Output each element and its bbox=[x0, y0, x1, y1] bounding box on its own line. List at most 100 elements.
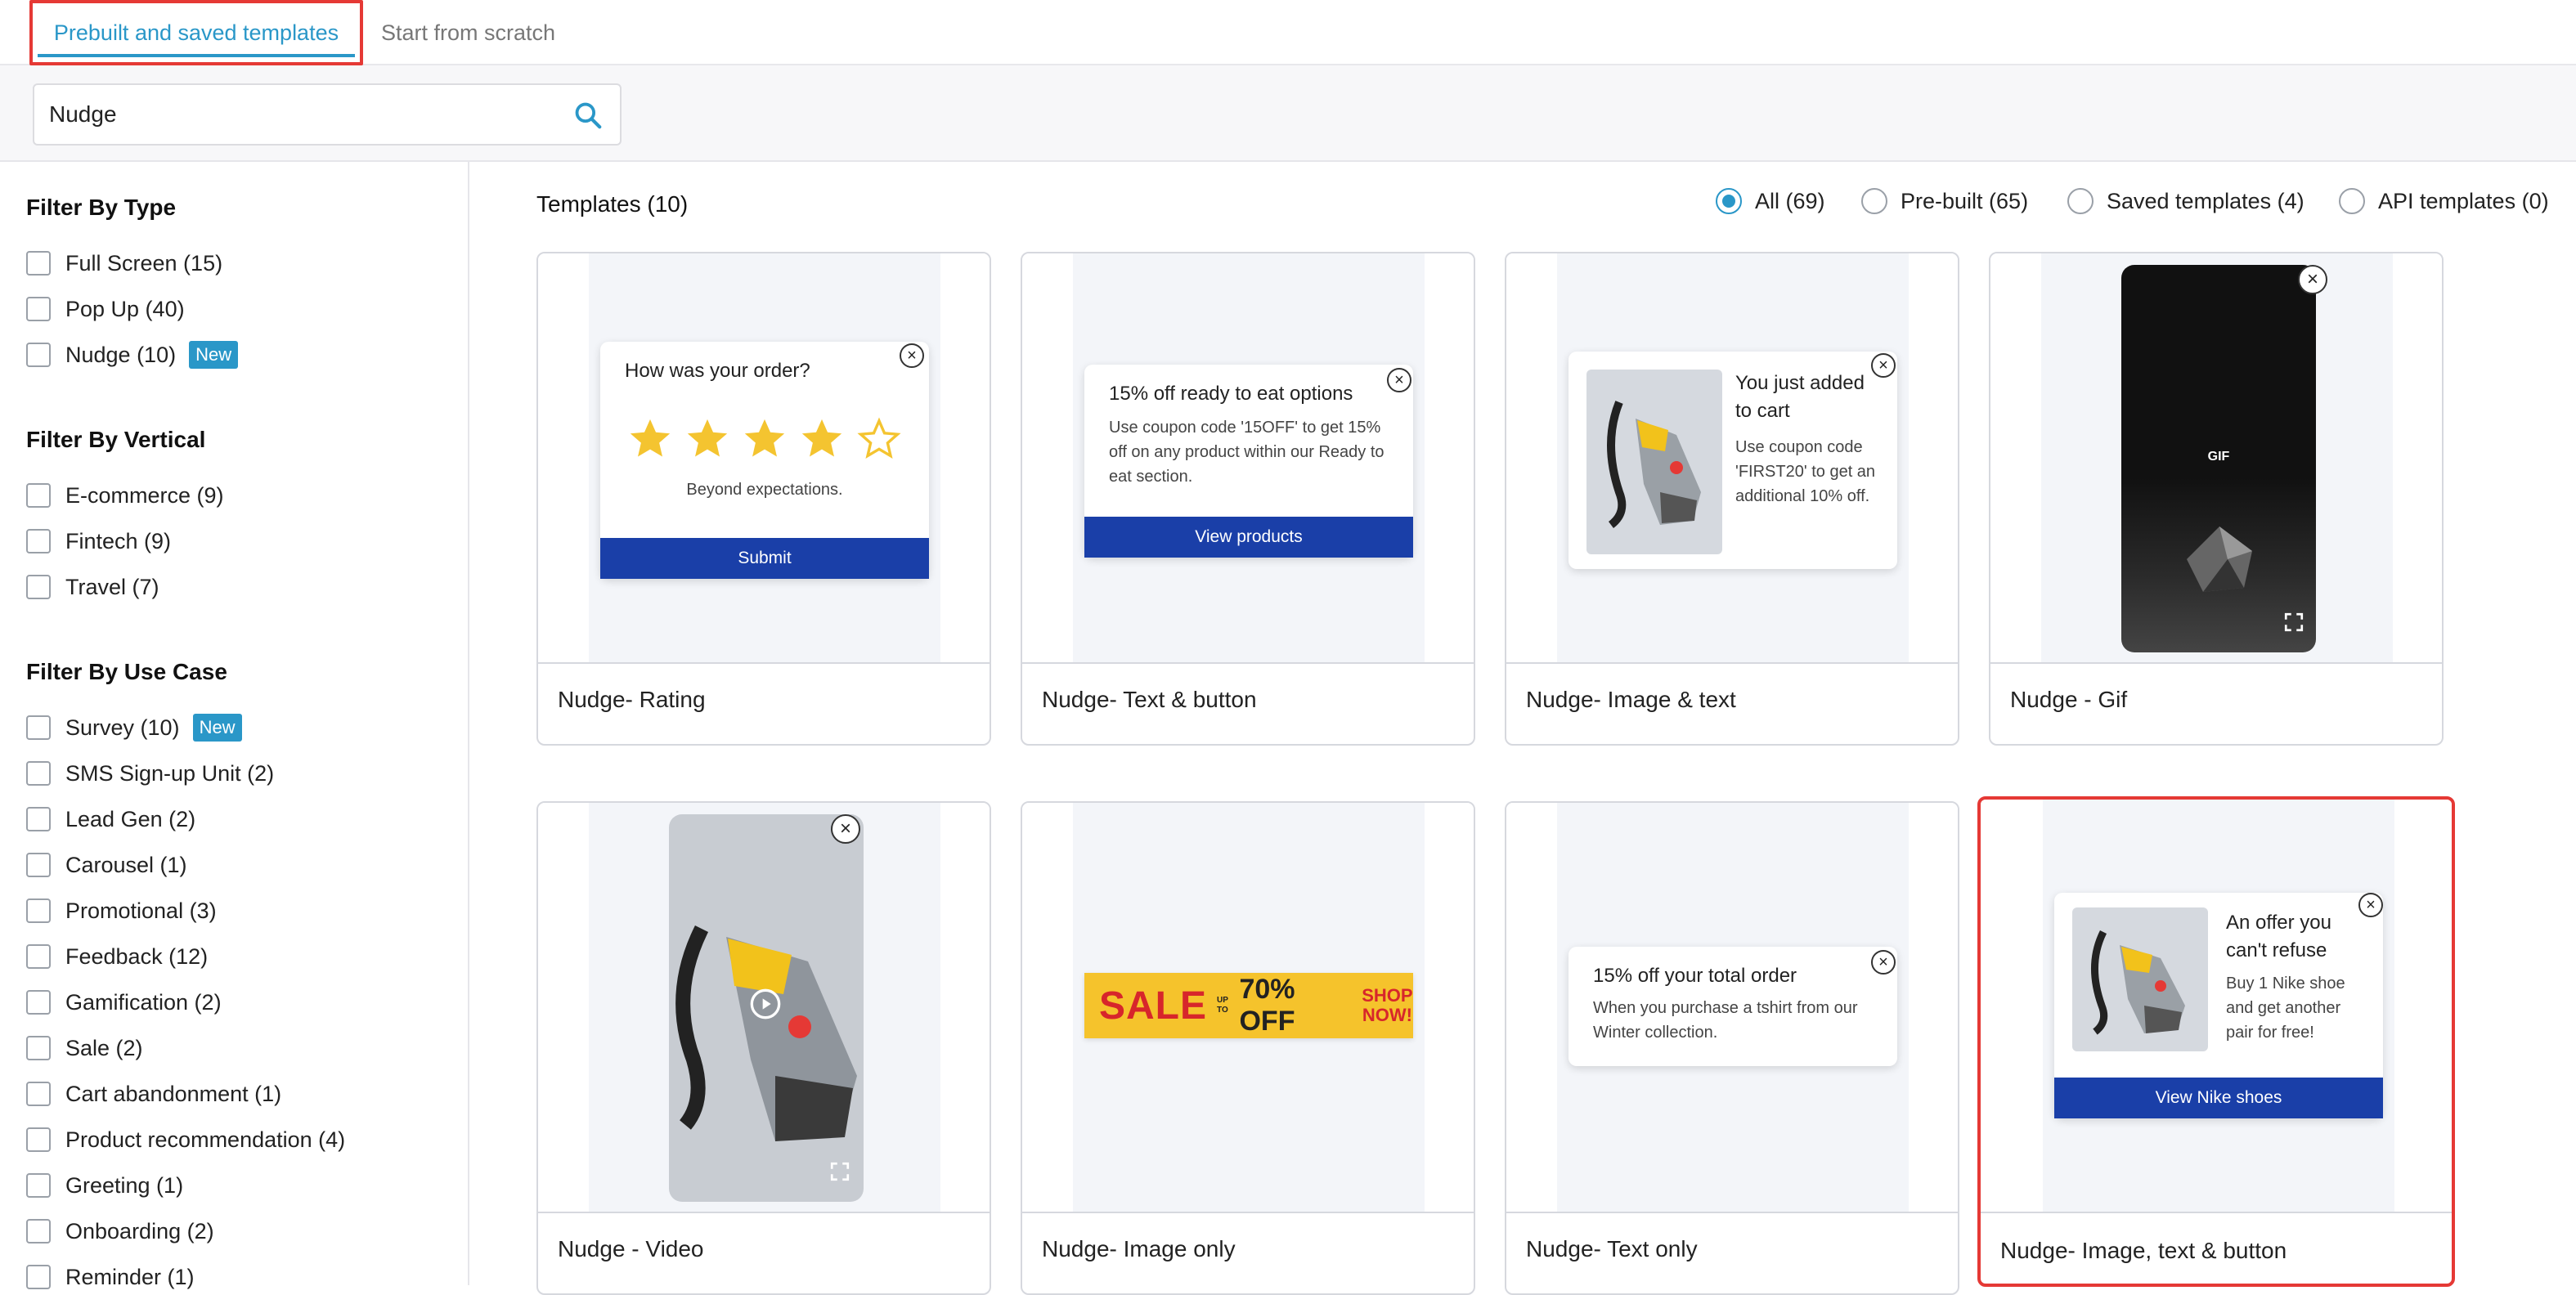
checkbox[interactable] bbox=[26, 1127, 51, 1152]
filter-item-product-recommendation[interactable]: Product recommendation (4) bbox=[26, 1125, 345, 1154]
close-icon: × bbox=[831, 814, 860, 844]
template-card-image-text-button[interactable]: An offer you can't refuse × Buy 1 Nike s… bbox=[1977, 796, 2455, 1287]
shoe-image bbox=[2072, 907, 2208, 1051]
tab-prebuilt-templates[interactable]: Prebuilt and saved templates bbox=[29, 0, 363, 65]
rating-caption: Beyond expectations. bbox=[686, 481, 843, 499]
popup-title: An offer you can't refuse bbox=[2226, 912, 2331, 961]
template-card-image-text[interactable]: You just added to cart × Use coupon code… bbox=[1505, 252, 1959, 746]
filter-item-survey[interactable]: Survey (10) New bbox=[26, 713, 242, 742]
checkbox[interactable] bbox=[26, 1265, 51, 1289]
filter-type-heading: Filter By Type bbox=[26, 195, 177, 220]
radio-api-templates[interactable]: API templates (0) bbox=[2339, 188, 2549, 214]
checkbox[interactable] bbox=[26, 575, 51, 599]
new-badge: New bbox=[189, 341, 239, 369]
search-value: Nudge bbox=[49, 101, 117, 127]
filter-label: Travel (7) bbox=[65, 574, 159, 599]
checkbox[interactable] bbox=[26, 1219, 51, 1243]
template-card-text-button[interactable]: 15% off ready to eat options × Use coupo… bbox=[1021, 252, 1475, 746]
filter-item-cart-abandonment[interactable]: Cart abandonment (1) bbox=[26, 1079, 281, 1109]
radio-button[interactable] bbox=[1861, 188, 1887, 214]
phone-frame: × bbox=[589, 803, 940, 1212]
filter-item-travel[interactable]: Travel (7) bbox=[26, 572, 159, 602]
text-button-popup: 15% off ready to eat options × Use coupo… bbox=[1084, 365, 1413, 558]
filter-item-onboarding[interactable]: Onboarding (2) bbox=[26, 1217, 214, 1246]
radio-prebuilt[interactable]: Pre-built (65) bbox=[1861, 188, 2028, 214]
search-input[interactable]: Nudge bbox=[33, 83, 622, 146]
submit-button: Submit bbox=[600, 538, 929, 579]
text-only-popup: 15% off your total order × When you purc… bbox=[1568, 947, 1897, 1066]
filter-label: Full Screen (15) bbox=[65, 250, 223, 276]
radio-button[interactable] bbox=[2339, 188, 2365, 214]
template-card-rating[interactable]: How was your order? × Beyond expectation… bbox=[536, 252, 991, 746]
radio-label: Pre-built (65) bbox=[1901, 188, 2029, 213]
template-card-video[interactable]: × Nudge - Video bbox=[536, 801, 991, 1295]
templates-count-title: Templates (10) bbox=[536, 191, 689, 217]
filter-item-full-screen[interactable]: Full Screen (15) bbox=[26, 249, 222, 278]
checkbox[interactable] bbox=[26, 297, 51, 321]
filter-label: Gamification (2) bbox=[65, 989, 222, 1015]
close-icon: × bbox=[2298, 265, 2327, 294]
banner-sale-text: SALE bbox=[1099, 984, 1208, 1028]
image-text-popup: You just added to cart × Use coupon code… bbox=[1568, 352, 1897, 569]
filter-item-gamification[interactable]: Gamification (2) bbox=[26, 988, 222, 1017]
template-card-gif[interactable]: GIF × Nudge - Gif bbox=[1989, 252, 2444, 746]
close-icon: × bbox=[900, 343, 924, 368]
phone-frame: You just added to cart × Use coupon code… bbox=[1557, 253, 1909, 662]
checkbox[interactable] bbox=[26, 1173, 51, 1198]
radio-all[interactable]: All (69) bbox=[1716, 188, 1825, 214]
checkbox[interactable] bbox=[26, 898, 51, 923]
filter-item-fintech[interactable]: Fintech (9) bbox=[26, 527, 171, 556]
filter-item-reminder[interactable]: Reminder (1) bbox=[26, 1262, 195, 1292]
filter-item-pop-up[interactable]: Pop Up (40) bbox=[26, 294, 185, 324]
filter-label: Survey (10) bbox=[65, 715, 180, 740]
radio-button[interactable] bbox=[2067, 188, 2094, 214]
popup-title: How was your order? bbox=[625, 360, 810, 382]
filter-label: Greeting (1) bbox=[65, 1172, 184, 1198]
radio-button[interactable] bbox=[1716, 188, 1742, 214]
filter-item-carousel[interactable]: Carousel (1) bbox=[26, 850, 187, 880]
popup-title: 15% off your total order bbox=[1593, 965, 1797, 987]
view-nike-shoes-button: View Nike shoes bbox=[2054, 1078, 2383, 1118]
checkbox[interactable] bbox=[26, 990, 51, 1015]
template-preview: 15% off your total order × When you purc… bbox=[1506, 803, 1958, 1213]
template-card-text-only[interactable]: 15% off your total order × When you purc… bbox=[1505, 801, 1959, 1295]
template-card-image-only[interactable]: SALE UP TO 70% OFF SHOP NOW! Nudge- Imag… bbox=[1021, 801, 1475, 1295]
checkbox[interactable] bbox=[26, 1082, 51, 1106]
filter-label: SMS Sign-up Unit (2) bbox=[65, 760, 275, 786]
radio-saved-templates[interactable]: Saved templates (4) bbox=[2067, 188, 2304, 214]
template-preview: 15% off ready to eat options × Use coupo… bbox=[1022, 253, 1474, 664]
new-badge: New bbox=[192, 714, 242, 742]
filter-item-feedback[interactable]: Feedback (12) bbox=[26, 942, 208, 971]
checkbox[interactable] bbox=[26, 343, 51, 367]
template-preview: GIF × bbox=[1990, 253, 2442, 664]
phone-frame: An offer you can't refuse × Buy 1 Nike s… bbox=[2043, 800, 2394, 1212]
sale-banner: SALE UP TO 70% OFF SHOP NOW! bbox=[1084, 973, 1413, 1038]
checkbox[interactable] bbox=[26, 853, 51, 877]
rating-popup: How was your order? × Beyond expectation… bbox=[600, 342, 929, 579]
filter-item-lead-gen[interactable]: Lead Gen (2) bbox=[26, 804, 195, 834]
filter-label: Promotional (3) bbox=[65, 898, 217, 923]
search-icon[interactable] bbox=[572, 100, 604, 131]
checkbox[interactable] bbox=[26, 1036, 51, 1060]
filter-vertical-heading: Filter By Vertical bbox=[26, 427, 206, 452]
phone-frame: SALE UP TO 70% OFF SHOP NOW! bbox=[1073, 803, 1425, 1212]
checkbox[interactable] bbox=[26, 715, 51, 740]
template-preview: An offer you can't refuse × Buy 1 Nike s… bbox=[1981, 800, 2452, 1213]
tab-start-from-scratch[interactable]: Start from scratch bbox=[381, 0, 555, 65]
filter-item-nudge[interactable]: Nudge (10) New bbox=[26, 340, 239, 370]
filter-item-sms-signup[interactable]: SMS Sign-up Unit (2) bbox=[26, 759, 274, 788]
checkbox[interactable] bbox=[26, 529, 51, 553]
template-card-label: Nudge - Video bbox=[558, 1236, 704, 1261]
checkbox[interactable] bbox=[26, 807, 51, 831]
filter-item-ecommerce[interactable]: E-commerce (9) bbox=[26, 481, 224, 510]
phone-frame: 15% off ready to eat options × Use coupo… bbox=[1073, 253, 1425, 662]
checkbox[interactable] bbox=[26, 761, 51, 786]
filter-item-greeting[interactable]: Greeting (1) bbox=[26, 1171, 183, 1200]
checkbox[interactable] bbox=[26, 251, 51, 276]
checkbox[interactable] bbox=[26, 483, 51, 508]
checkbox[interactable] bbox=[26, 944, 51, 969]
star-icon bbox=[687, 419, 728, 457]
filter-item-promotional[interactable]: Promotional (3) bbox=[26, 896, 217, 925]
shoe-illustration bbox=[2091, 930, 2185, 1035]
filter-item-sale[interactable]: Sale (2) bbox=[26, 1033, 143, 1063]
